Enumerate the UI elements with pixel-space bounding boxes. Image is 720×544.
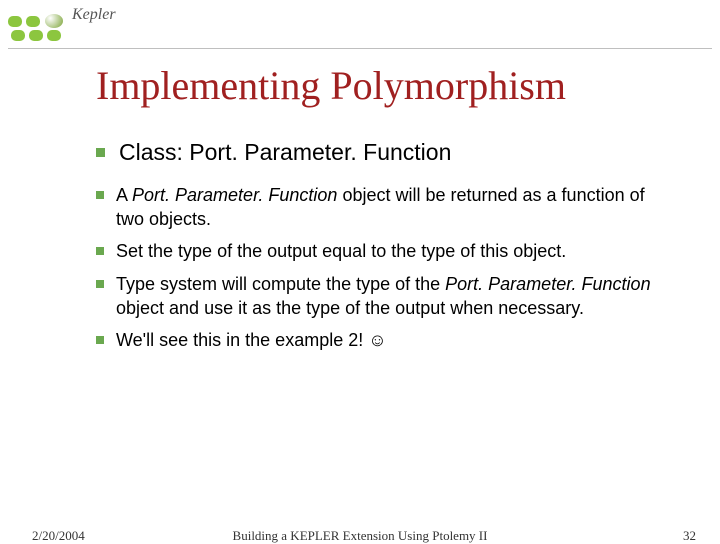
- footer-title: Building a KEPLER Extension Using Ptolem…: [0, 528, 720, 544]
- header-divider: [8, 48, 712, 49]
- main-bullet-text: Class: Port. Parameter. Function: [119, 138, 451, 167]
- brand-name: Kepler: [72, 6, 116, 24]
- content-area: Class: Port. Parameter. Function A Port.…: [96, 138, 656, 361]
- bullet-icon: [96, 148, 105, 157]
- bullet-icon: [96, 336, 104, 344]
- footer-page-number: 32: [683, 528, 696, 544]
- sub-bullet: Type system will compute the type of the…: [96, 272, 656, 321]
- header-area: Kepler: [8, 6, 116, 46]
- sub-bullet: A Port. Parameter. Function object will …: [96, 183, 656, 232]
- bullet-icon: [96, 247, 104, 255]
- bullet-icon: [96, 280, 104, 288]
- sub-bullet-text: We'll see this in the example 2! ☺: [116, 328, 387, 352]
- sub-bullet: Set the type of the output equal to the …: [96, 239, 656, 263]
- sub-bullet-text: Set the type of the output equal to the …: [116, 239, 566, 263]
- bullet-icon: [96, 191, 104, 199]
- sub-bullet-text: Type system will compute the type of the…: [116, 272, 656, 321]
- sub-bullet-text: A Port. Parameter. Function object will …: [116, 183, 656, 232]
- main-bullet: Class: Port. Parameter. Function: [96, 138, 656, 167]
- slide: Kepler Implementing Polymorphism Class: …: [0, 0, 720, 540]
- sub-bullet: We'll see this in the example 2! ☺: [96, 328, 656, 352]
- slide-title: Implementing Polymorphism: [96, 62, 566, 109]
- sub-bullet-list: A Port. Parameter. Function object will …: [96, 183, 656, 353]
- kepler-logo-icon: [8, 6, 68, 46]
